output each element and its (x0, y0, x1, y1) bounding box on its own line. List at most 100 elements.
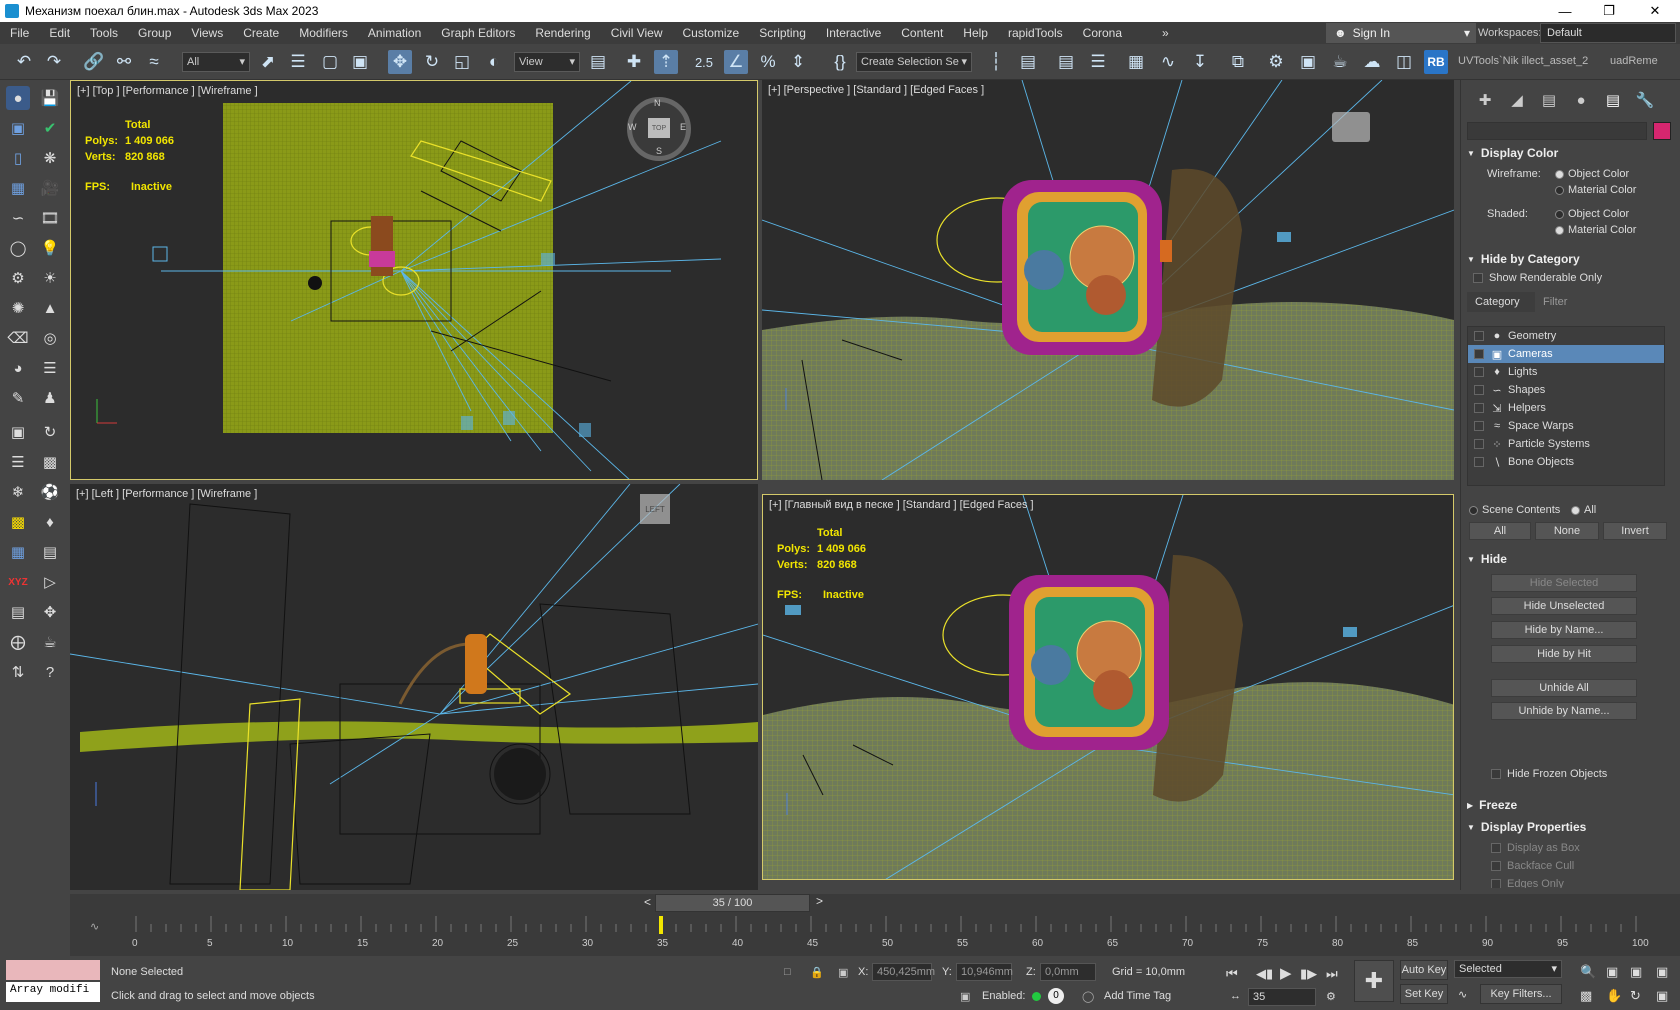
add-object-icon[interactable]: ⨁ (6, 630, 30, 654)
render-production-icon[interactable]: ☕ (1328, 50, 1352, 74)
orbit-icon[interactable]: ↻ (1630, 988, 1641, 1004)
auto-key-button[interactable]: Auto Key (1400, 960, 1448, 980)
help-icon[interactable]: ? (38, 660, 62, 684)
light-icon[interactable]: 💡 (38, 236, 62, 260)
selection-set-dropdown[interactable]: Create Selection Se ▾ (856, 52, 972, 72)
rect-selection-icon[interactable]: ▢ (318, 50, 342, 74)
z-coord-field[interactable]: 0,0mm (1040, 963, 1096, 981)
menu-interactive[interactable]: Interactive (816, 26, 891, 40)
menu-views[interactable]: Views (181, 26, 233, 40)
redo-icon[interactable]: ↷ (42, 50, 66, 74)
viewport-top-label[interactable]: [+] [Top ] [Performance ] [Wireframe ] (77, 85, 258, 97)
menu-edit[interactable]: Edit (39, 26, 80, 40)
menu-customize[interactable]: Customize (673, 26, 750, 40)
menu-tools[interactable]: Tools (80, 26, 128, 40)
texture-icon[interactable]: ▩ (38, 450, 62, 474)
maxscript-input[interactable]: Array modifi (6, 982, 100, 1002)
curve-editor-icon[interactable]: ∿ (1156, 50, 1180, 74)
utilities-tab-icon[interactable]: 🔧 (1633, 88, 1657, 112)
grid-icon[interactable]: ▦ (6, 176, 30, 200)
hide-by-name-button[interactable]: Hide by Name... (1491, 621, 1637, 639)
current-frame-field[interactable]: 35 (1248, 988, 1316, 1006)
bulb-icon[interactable]: ♦ (38, 510, 62, 534)
edit-named-sets-icon[interactable]: {} (828, 50, 852, 74)
gear-icon[interactable]: ⚙ (6, 266, 30, 290)
key-filters-button[interactable]: Key Filters... (1480, 984, 1562, 1004)
menu-scripting[interactable]: Scripting (749, 26, 816, 40)
hierarchy-tab-icon[interactable]: ▤ (1537, 88, 1561, 112)
uv-map-icon[interactable]: ▦ (6, 540, 30, 564)
layers-icon[interactable]: ☰ (6, 450, 30, 474)
hide-by-hit-button[interactable]: Hide by Hit (1491, 645, 1637, 663)
angle-snap-icon[interactable]: ∠ (724, 50, 748, 74)
select-move-icon[interactable]: ✥ (388, 50, 412, 74)
teapot-icon[interactable]: ☕ (38, 630, 62, 654)
unlink-icon[interactable]: ⚯ (112, 50, 136, 74)
category-all-button[interactable]: All (1469, 522, 1531, 540)
display-tab-icon[interactable]: ▤ (1601, 88, 1625, 112)
percent-snap-icon[interactable]: % (756, 50, 780, 74)
render-setup-icon[interactable]: ⚙ (1264, 50, 1288, 74)
render-frame-icon[interactable]: ▣ (6, 420, 30, 444)
prev-frame-arrow[interactable]: < (585, 894, 655, 912)
time-tag-counter[interactable]: 0 (1048, 988, 1064, 1004)
list-item[interactable]: ∽ Shapes (1468, 381, 1664, 399)
menu-animation[interactable]: Animation (358, 26, 431, 40)
viewport-perspective-label[interactable]: [+] [Perspective ] [Standard ] [Edged Fa… (768, 84, 984, 96)
menu-overflow-icon[interactable]: » (1152, 26, 1179, 40)
freeze-header[interactable]: ▶ Freeze (1467, 798, 1673, 812)
viewport-camera-label[interactable]: [+] [Главный вид в песке ] [Standard ] [… (769, 499, 1034, 511)
zoom-extents-all-icon[interactable]: ▣ (1656, 964, 1668, 980)
keyboard-shortcut-override-icon[interactable]: ⇡ (654, 50, 678, 74)
rb-button[interactable]: RB (1424, 50, 1448, 74)
scene-explorer-icon[interactable]: ▤ (1054, 50, 1078, 74)
menu-group[interactable]: Group (128, 26, 181, 40)
select-object-icon[interactable]: ⬈ (256, 50, 280, 74)
modify-tab-icon[interactable]: ◢ (1505, 88, 1529, 112)
menu-rendering[interactable]: Rendering (525, 26, 600, 40)
material-sphere-icon[interactable]: ◕ (6, 356, 30, 380)
viewcube-compass[interactable]: TOP N S E W (627, 97, 691, 161)
ref-coord-dropdown[interactable]: View ▾ (514, 52, 580, 72)
prev-frame-icon[interactable]: ◀▮ (1256, 966, 1273, 982)
sign-in-button[interactable]: ☻ Sign In ▾ (1326, 23, 1476, 43)
key-mode-dropdown[interactable]: Selected ▾ (1454, 960, 1562, 978)
add-time-tag[interactable]: Add Time Tag (1104, 990, 1171, 1002)
hide-selected-button[interactable]: Hide Selected (1491, 574, 1637, 592)
panel-icon[interactable]: ▤ (38, 540, 62, 564)
goto-end-icon[interactable]: ⏭ (1326, 966, 1338, 982)
category-none-button[interactable]: None (1535, 522, 1599, 540)
menu-rapidtools[interactable]: rapidTools (998, 26, 1073, 40)
viewport-left[interactable]: [+] [Left ] [Performance ] [Wireframe ] … (70, 484, 758, 890)
object-color-swatch[interactable] (1653, 122, 1671, 140)
film-icon[interactable]: 🎞 (38, 206, 62, 230)
menu-corona[interactable]: Corona (1073, 26, 1132, 40)
spline-icon[interactable]: ∽ (6, 206, 30, 230)
align-icon[interactable]: ▤ (1016, 50, 1040, 74)
lock-icon[interactable]: 🔒 (810, 966, 824, 979)
scene-contents-radio[interactable]: Scene Contents (1469, 504, 1560, 516)
sun-icon[interactable]: ☀ (38, 266, 62, 290)
ball-icon[interactable]: ⚽ (38, 480, 62, 504)
list-item[interactable]: ⁘ Particle Systems (1468, 435, 1664, 453)
spinner-snap-icon[interactable]: ⇕ (786, 50, 810, 74)
snow-icon[interactable]: ❄ (6, 480, 30, 504)
viewport-top[interactable]: [+] [Top ] [Performance ] [Wireframe ] T… (70, 80, 758, 480)
list-item[interactable]: ⇲ Helpers (1468, 399, 1664, 417)
wire-material-color-radio[interactable]: Material Color (1555, 184, 1636, 196)
object-name-field[interactable] (1467, 122, 1647, 140)
pivot-center-icon[interactable]: ▤ (586, 50, 610, 74)
menu-file[interactable]: File (0, 26, 39, 40)
undo-icon[interactable]: ↶ (12, 50, 36, 74)
workspace-dropdown[interactable]: Default (1540, 23, 1676, 43)
list-item[interactable]: ● Geometry (1468, 327, 1664, 345)
show-renderable-only-checkbox[interactable]: Show Renderable Only (1473, 272, 1602, 284)
zoom-all-icon[interactable]: ▣ (1606, 964, 1618, 980)
save-icon[interactable]: 💾 (38, 86, 62, 110)
tab-filter[interactable]: Filter (1535, 292, 1585, 312)
viewport-camera[interactable]: [+] [Главный вид в песке ] [Standard ] [… (762, 494, 1454, 880)
mirror-icon[interactable]: ┆ (984, 50, 1008, 74)
schematic-view-icon[interactable]: ↧ (1188, 50, 1212, 74)
cone-icon[interactable]: ▲ (38, 296, 62, 320)
move-grid-icon[interactable]: ✥ (38, 600, 62, 624)
